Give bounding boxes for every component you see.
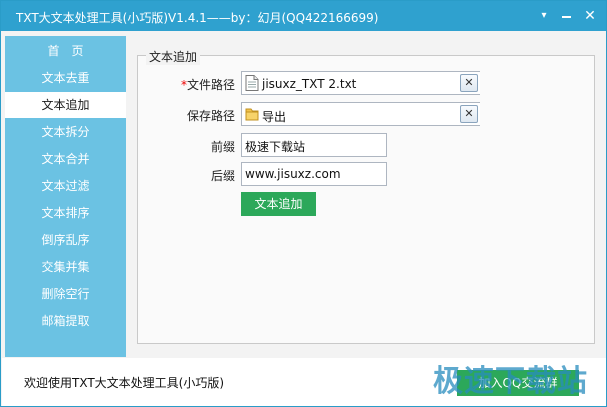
folder-icon [245, 108, 259, 121]
close-icon[interactable]: ✕ [580, 6, 600, 26]
file-path-label: *文件路径 [180, 78, 235, 92]
sidebar: 首 页 文本去重 文本追加 文本拆分 文本合并 文本过滤 文本排序 倒序乱序 交… [5, 36, 126, 357]
window-title: TXT大文本处理工具(小巧版)V1.4.1——by：幻月(QQ422166699… [16, 11, 379, 25]
save-path-clear-button[interactable]: ✕ [460, 105, 478, 123]
app-window: TXT大文本处理工具(小巧版)V1.4.1——by：幻月(QQ422166699… [0, 0, 607, 407]
prefix-label: 前缀 [210, 140, 235, 154]
file-path-clear-button[interactable]: ✕ [460, 74, 478, 92]
sidebar-item-append[interactable]: 文本追加 [5, 92, 126, 118]
text-file-icon [245, 75, 259, 91]
sidebar-item-reverse-shuffle[interactable]: 倒序乱序 [5, 227, 126, 253]
suffix-input[interactable]: www.jisuxz.com [241, 162, 387, 186]
status-text: 欢迎使用TXT大文本处理工具(小巧版) [24, 376, 225, 390]
minimize-icon[interactable] [557, 6, 577, 26]
save-path-label: 保存路径 [186, 109, 235, 123]
title-bar: TXT大文本处理工具(小巧版)V1.4.1——by：幻月(QQ422166699… [1, 1, 606, 31]
group-title: 文本追加 [146, 48, 201, 65]
append-text-button[interactable]: 文本追加 [241, 192, 316, 216]
sidebar-item-intersect-union[interactable]: 交集并集 [5, 254, 126, 280]
append-groupbox [137, 55, 595, 344]
file-path-value: jisuxz_TXT 2.txt [262, 77, 357, 91]
sidebar-item-sort[interactable]: 文本排序 [5, 200, 126, 226]
sidebar-item-merge[interactable]: 文本合并 [5, 146, 126, 172]
prefix-input[interactable]: 极速下载站 [241, 133, 387, 157]
sidebar-item-email-extract[interactable]: 邮箱提取 [5, 308, 126, 334]
chevron-down-icon[interactable]: ▾ [534, 6, 554, 26]
sidebar-item-filter[interactable]: 文本过滤 [5, 173, 126, 199]
save-path-value: 导出 [262, 110, 287, 124]
sidebar-item-home[interactable]: 首 页 [5, 38, 126, 64]
sidebar-item-remove-blank-lines[interactable]: 删除空行 [5, 281, 126, 307]
sidebar-item-split[interactable]: 文本拆分 [5, 119, 126, 145]
suffix-label: 后缀 [210, 169, 235, 183]
save-path-field[interactable]: 导出 [241, 102, 480, 126]
watermark: 极速下载站 [433, 364, 588, 399]
sidebar-item-dedupe[interactable]: 文本去重 [5, 65, 126, 91]
file-path-field[interactable]: jisuxz_TXT 2.txt [241, 71, 480, 95]
